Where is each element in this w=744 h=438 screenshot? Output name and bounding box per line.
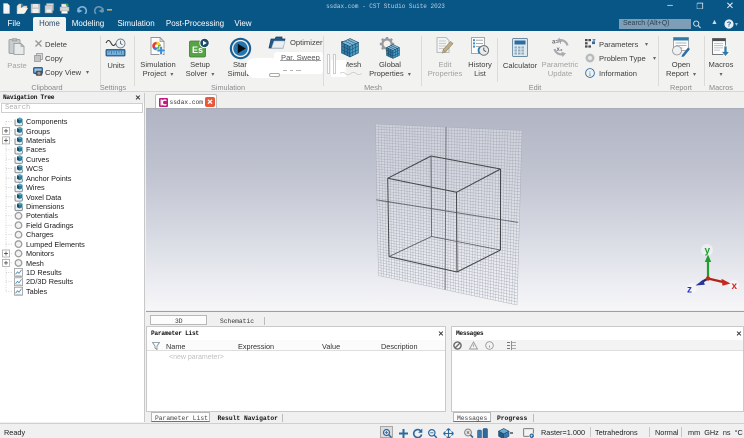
svg-text:x: x <box>732 281 738 292</box>
svg-text:y: y <box>705 246 711 257</box>
svg-text:z: z <box>687 285 692 296</box>
